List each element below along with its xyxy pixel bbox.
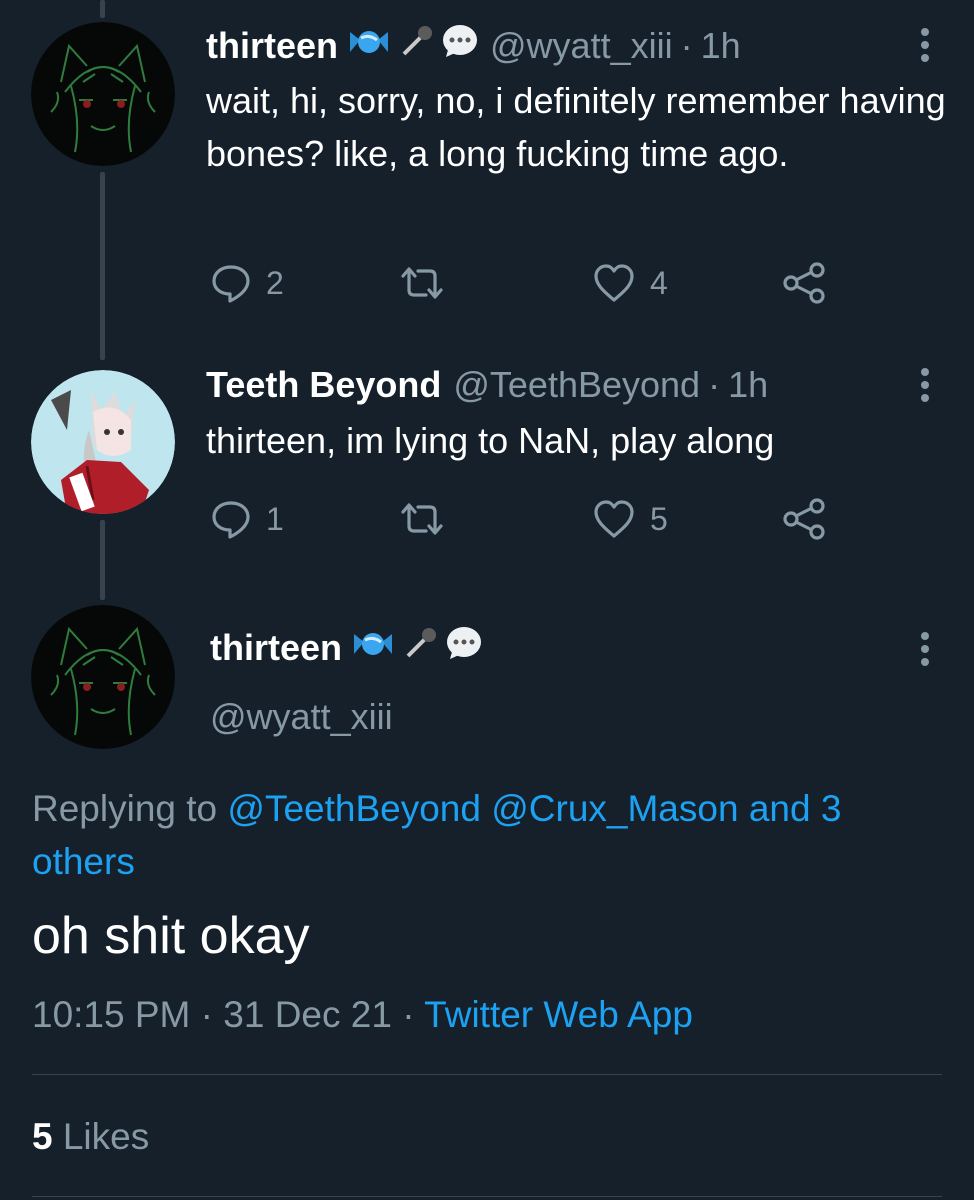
reply-count: 2: [266, 264, 284, 301]
timestamp[interactable]: 1h: [701, 25, 741, 67]
tweet-source[interactable]: Twitter Web App: [424, 994, 693, 1035]
timestamp[interactable]: 1h: [728, 364, 768, 406]
candy-emoji: [350, 627, 396, 669]
speech-bubble-emoji: [446, 626, 482, 669]
separator: ·: [402, 994, 415, 1035]
separator: ·: [708, 364, 721, 405]
separator: ·: [200, 994, 213, 1035]
like-count: 5: [650, 500, 668, 537]
like-count: 4: [650, 264, 668, 301]
share-button[interactable]: [782, 496, 828, 542]
tweet-text: wait, hi, sorry, no, i definitely rememb…: [206, 80, 946, 174]
display-name[interactable]: thirteen: [210, 627, 342, 669]
retweet-icon: [398, 498, 446, 540]
tweet-header: thirteen @wyatt_xiii · 1h: [206, 24, 741, 67]
replying-to: Replying to @TeethBeyond @Crux_Mason and…: [32, 782, 932, 888]
retweet-button[interactable]: [398, 496, 460, 542]
focused-tweet-header: thirteen: [210, 626, 482, 669]
handle[interactable]: @wyatt_xiii: [490, 25, 673, 67]
divider: [32, 1196, 942, 1197]
share-button[interactable]: [782, 260, 828, 306]
like-button[interactable]: 5: [592, 496, 668, 542]
retweet-icon: [398, 262, 446, 304]
more-icon[interactable]: [920, 632, 930, 671]
display-name[interactable]: thirteen: [206, 25, 338, 67]
divider: [32, 1074, 942, 1075]
handle[interactable]: @TeethBeyond: [453, 364, 700, 406]
microphone-emoji: [404, 626, 438, 669]
thread-line-top: [100, 0, 105, 18]
tweet-meta: 10:15 PM · 31 Dec 21 · Twitter Web App: [32, 994, 693, 1036]
likes-count-link[interactable]: 5 Likes: [32, 1116, 149, 1158]
likes-count: 5: [32, 1116, 53, 1157]
tweet-text: thirteen, im lying to NaN, play along: [206, 420, 775, 461]
tweet-header: Teeth Beyond @TeethBeyond · 1h: [206, 364, 768, 406]
focused-tweet-text: oh shit okay: [32, 907, 310, 965]
tweet-actions: 2 4: [206, 260, 846, 306]
display-name[interactable]: Teeth Beyond: [206, 364, 441, 406]
avatar-thirteen[interactable]: [31, 605, 175, 749]
thread-line-2: [100, 520, 105, 600]
thread-line-1: [100, 172, 105, 360]
handle[interactable]: @wyatt_xiii: [210, 696, 393, 738]
reply-button[interactable]: 2: [210, 260, 284, 306]
like-icon: [592, 498, 636, 540]
reply-button[interactable]: 1: [210, 496, 284, 542]
avatar-teeth-beyond[interactable]: [31, 370, 175, 514]
more-icon[interactable]: [920, 368, 930, 407]
separator: ·: [680, 24, 693, 66]
share-icon: [782, 261, 828, 305]
microphone-emoji: [400, 24, 434, 67]
reply-count: 1: [266, 500, 284, 537]
reply-icon: [210, 262, 252, 304]
speech-bubble-emoji: [442, 24, 478, 67]
tweet-date[interactable]: 31 Dec 21: [223, 994, 392, 1035]
like-button[interactable]: 4: [592, 260, 668, 306]
likes-label: Likes: [62, 1116, 150, 1157]
tweet-time[interactable]: 10:15 PM: [32, 994, 190, 1035]
more-icon[interactable]: [920, 28, 930, 67]
focused-handle-row: @wyatt_xiii: [210, 696, 393, 738]
replying-prefix: Replying to: [32, 788, 218, 829]
reply-icon: [210, 498, 252, 540]
candy-emoji: [346, 25, 392, 67]
avatar-thirteen[interactable]: [31, 22, 175, 166]
retweet-button[interactable]: [398, 260, 460, 306]
like-icon: [592, 262, 636, 304]
share-icon: [782, 497, 828, 541]
tweet-actions: 1 5: [206, 496, 846, 542]
